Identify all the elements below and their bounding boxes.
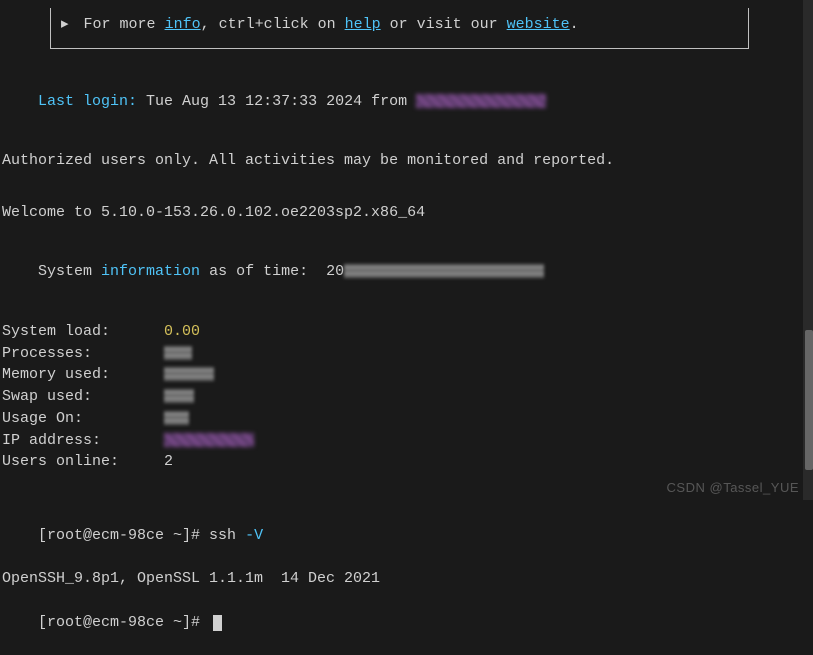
welcome-line: Welcome to 5.10.0-153.26.0.102.oe2203sp2… [2, 202, 811, 224]
ssh-version-output: OpenSSH_9.8p1, OpenSSL 1.1.1m 14 Dec 202… [2, 568, 811, 590]
stat-ip: IP address: [2, 430, 811, 452]
redacted-value [164, 346, 192, 360]
shell-prompt: [root@ecm-98ce ~]# [38, 527, 209, 544]
system-stats: System load: 0.00 Processes: Memory used… [2, 321, 811, 473]
shell-prompt: [root@ecm-98ce ~]# [38, 614, 209, 631]
stat-value: 0.00 [164, 323, 200, 340]
system-info-header: System information as of time: 20 [2, 240, 811, 305]
last-login-label: Last login: [38, 93, 137, 110]
scrollbar-thumb[interactable] [805, 330, 813, 470]
prompt-line-1: [root@ecm-98ce ~]# ssh -V [2, 503, 811, 568]
tip-box: ▸ For more info, ctrl+click on help or v… [50, 8, 749, 49]
command-flag: -V [245, 527, 263, 544]
stat-value: 2 [164, 453, 173, 470]
information-word: information [101, 263, 200, 280]
stat-usage: Usage On: [2, 408, 811, 430]
terminal-window[interactable]: ▸ For more info, ctrl+click on help or v… [2, 8, 811, 498]
last-login-value: Tue Aug 13 12:37:33 2024 from [137, 93, 416, 110]
info-link[interactable]: info [165, 16, 201, 33]
sysinfo-time-prefix: 20 [326, 263, 344, 280]
stat-processes: Processes: [2, 343, 811, 365]
tip-text: . [570, 16, 579, 33]
help-link[interactable]: help [345, 16, 381, 33]
tip-text: , ctrl+click on [201, 16, 345, 33]
scrollbar-track[interactable] [803, 0, 813, 500]
redacted-value [164, 389, 194, 403]
stat-label: Users online: [2, 451, 137, 473]
last-login-line: Last login: Tue Aug 13 12:37:33 2024 fro… [2, 69, 811, 134]
stat-memory: Memory used: [2, 364, 811, 386]
stat-load: System load: 0.00 [2, 321, 811, 343]
cursor-icon [213, 615, 222, 631]
command: ssh [209, 527, 245, 544]
stat-label: System load: [2, 321, 137, 343]
tip-text: or visit our [381, 16, 507, 33]
sysinfo-post: as of time: [200, 263, 326, 280]
stat-label: Memory used: [2, 364, 137, 386]
stat-label: Swap used: [2, 386, 137, 408]
stat-label: Usage On: [2, 408, 137, 430]
stat-swap: Swap used: [2, 386, 811, 408]
website-link[interactable]: website [507, 16, 570, 33]
redacted-ip [416, 94, 546, 108]
auth-notice: Authorized users only. All activities ma… [2, 150, 811, 172]
bullet-icon: ▸ [61, 16, 69, 33]
stat-users: Users online: 2 [2, 451, 811, 473]
stat-label: IP address: [2, 430, 137, 452]
redacted-value [164, 411, 189, 425]
prompt-line-2[interactable]: [root@ecm-98ce ~]# [2, 590, 811, 655]
redacted-ip [164, 433, 254, 447]
redacted-value [164, 367, 214, 381]
redacted-time [344, 264, 544, 278]
stat-label: Processes: [2, 343, 137, 365]
tip-text: For more [84, 16, 165, 33]
watermark: CSDN @Tassel_YUE [667, 479, 799, 498]
sysinfo-pre: System [38, 263, 101, 280]
